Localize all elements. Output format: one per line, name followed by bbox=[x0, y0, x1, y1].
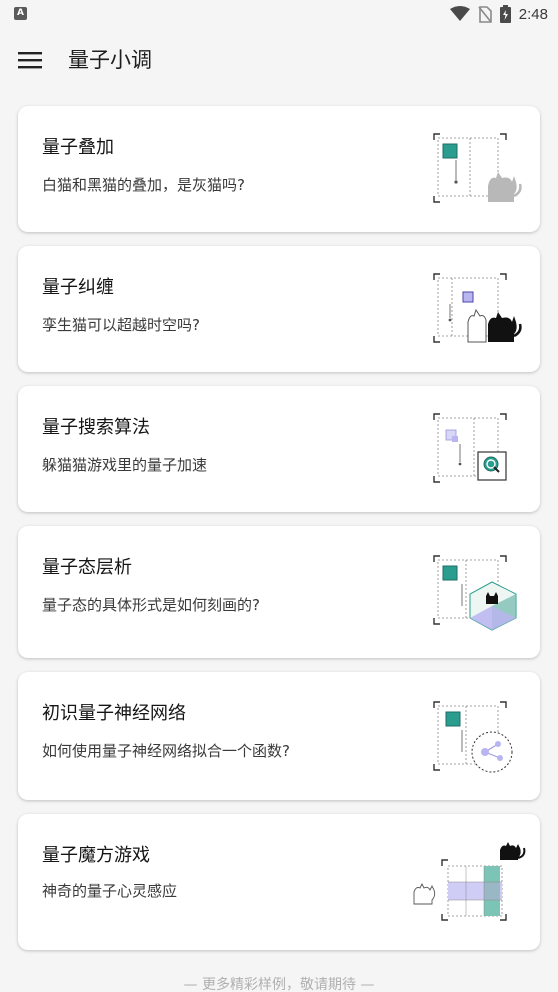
card-subtitle: 白猫和黑猫的叠加，是灰猫吗? bbox=[42, 176, 245, 194]
card-title: 量子搜索算法 bbox=[42, 417, 150, 438]
card-quantum-neural-network[interactable]: 初识量子神经网络 如何使用量子神经网络拟合一个函数? bbox=[18, 672, 540, 800]
app-bar: 量子小调 bbox=[0, 28, 558, 92]
hamburger-menu-icon[interactable] bbox=[10, 42, 50, 78]
card-entanglement[interactable]: 量子纠缠 孪生猫可以超越时空吗? bbox=[18, 246, 540, 372]
card-title: 初识量子神经网络 bbox=[42, 703, 186, 724]
card-subtitle: 量子态的具体形式是如何刻画的? bbox=[42, 596, 260, 614]
superposition-illustration bbox=[433, 133, 522, 203]
no-sim-icon bbox=[478, 5, 492, 23]
card-magic-square-game[interactable]: 量子魔方游戏 神奇的量子心灵感应 bbox=[18, 814, 540, 950]
magic-square-illustration bbox=[413, 842, 526, 921]
card-title: 量子态层析 bbox=[42, 557, 132, 578]
app-title: 量子小调 bbox=[68, 48, 152, 72]
card-subtitle: 孪生猫可以超越时空吗? bbox=[42, 316, 200, 334]
tomography-illustration bbox=[433, 555, 517, 631]
footer-note: — 更多精彩样例，敬请期待 — bbox=[183, 977, 375, 992]
card-subtitle: 躲猫猫游戏里的量子加速 bbox=[42, 456, 208, 474]
card-search-algorithm[interactable]: 量子搜索算法 躲猫猫游戏里的量子加速 bbox=[18, 386, 540, 512]
card-subtitle: 神奇的量子心灵感应 bbox=[42, 882, 178, 900]
card-superposition[interactable]: 量子叠加 白猫和黑猫的叠加，是灰猫吗? bbox=[18, 106, 540, 232]
status-bar: A 2:48 bbox=[0, 0, 558, 28]
battery-charging-icon bbox=[499, 5, 511, 23]
card-title: 量子魔方游戏 bbox=[42, 845, 150, 866]
notification-badge: A bbox=[14, 7, 27, 20]
card-subtitle: 如何使用量子神经网络拟合一个函数? bbox=[42, 742, 290, 760]
neural-network-illustration bbox=[433, 701, 513, 773]
card-title: 量子纠缠 bbox=[42, 277, 114, 298]
search-illustration bbox=[433, 413, 507, 483]
wifi-icon bbox=[449, 6, 470, 21]
card-title: 量子叠加 bbox=[42, 137, 114, 158]
entanglement-illustration bbox=[433, 273, 522, 343]
card-state-tomography[interactable]: 量子态层析 量子态的具体形式是如何刻画的? bbox=[18, 526, 540, 658]
clock: 2:48 bbox=[518, 5, 548, 23]
status-icons: 2:48 bbox=[449, 4, 548, 24]
